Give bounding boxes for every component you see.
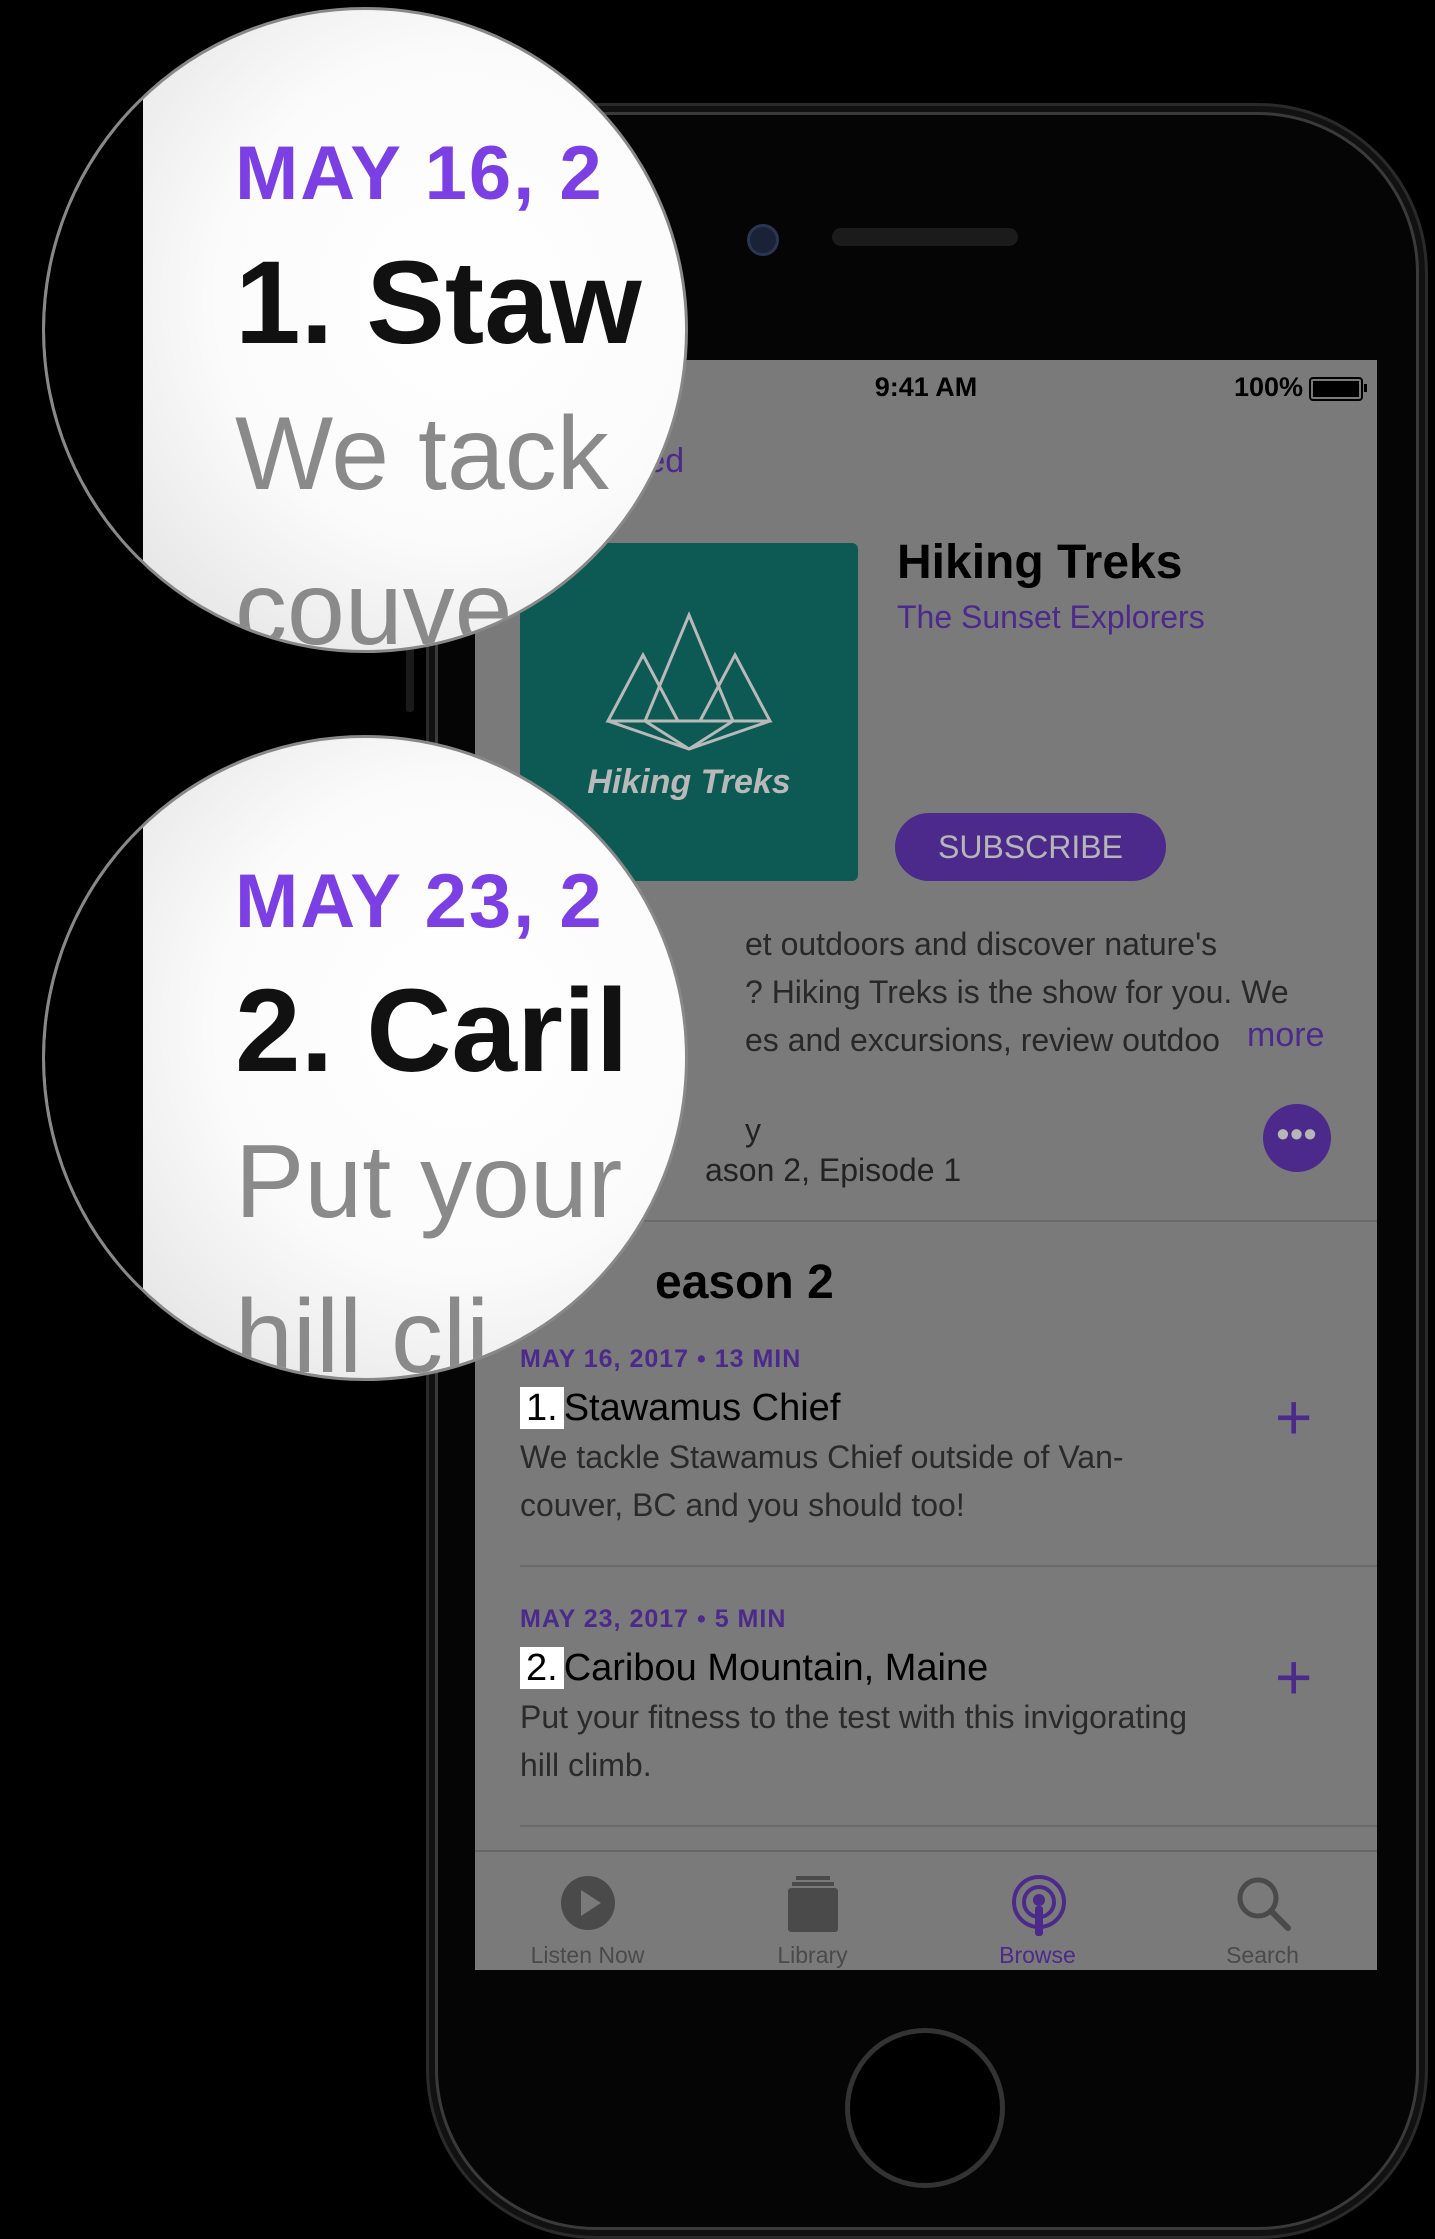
ellipsis-icon[interactable]: ••• bbox=[1263, 1104, 1331, 1172]
mountain-logo-icon bbox=[605, 611, 773, 751]
side-button bbox=[406, 640, 414, 712]
battery-indicator: 100% bbox=[1233, 372, 1367, 403]
divider bbox=[520, 1565, 1377, 1567]
search-icon bbox=[1237, 1877, 1291, 1931]
more-link[interactable]: more bbox=[1237, 1016, 1325, 1055]
episode-number: 2. bbox=[520, 1647, 564, 1689]
battery-icon bbox=[1309, 376, 1367, 401]
tab-label: Listen Now bbox=[530, 1942, 645, 1968]
magnifier-episode-1: MAY 16, 2 1. Staw We tack couve bbox=[42, 7, 688, 653]
episode-number: 1. bbox=[520, 1387, 564, 1429]
earpiece-speaker bbox=[832, 228, 1018, 246]
front-camera bbox=[747, 224, 779, 256]
subscribe-button[interactable]: SUBSCRIBE bbox=[895, 813, 1166, 881]
magnifier-shadow bbox=[45, 10, 143, 650]
library-icon bbox=[788, 1876, 838, 1932]
magnified-description: We tack bbox=[235, 396, 609, 512]
magnified-description: couve bbox=[235, 551, 513, 653]
tab-bar: Listen Now Library Browse Search bbox=[475, 1850, 1377, 1970]
tab-search[interactable]: Search bbox=[1150, 1852, 1375, 1970]
tab-browse[interactable]: Browse bbox=[925, 1852, 1150, 1970]
add-episode-icon[interactable]: + bbox=[1275, 1640, 1312, 1714]
magnified-date: MAY 23, 2 bbox=[235, 859, 604, 944]
battery-percent: 100% bbox=[1233, 372, 1303, 402]
episode-title-text: Caribou Mountain, Maine bbox=[563, 1647, 989, 1689]
episode-desc-line: couver, BC and you should too! bbox=[520, 1487, 965, 1523]
episode-desc-line: We tackle Stawamus Chief outside of Van- bbox=[520, 1439, 1124, 1475]
add-episode-icon[interactable]: + bbox=[1275, 1380, 1312, 1454]
episode-title-text: Stawamus Chief bbox=[563, 1387, 841, 1429]
episode-desc-line: hill climb. bbox=[520, 1747, 652, 1783]
magnified-title: 1. Staw bbox=[235, 237, 642, 369]
magnified-description: hill cli bbox=[235, 1279, 490, 1381]
podcast-title: Hiking Treks bbox=[897, 536, 1183, 589]
podcast-icon bbox=[1012, 1875, 1066, 1936]
home-button[interactable] bbox=[845, 2028, 1005, 2188]
magnifier-shadow bbox=[45, 738, 143, 1378]
tab-label: Browse bbox=[999, 1942, 1076, 1968]
episode-description: We tackle Stawamus Chief outside of Van-… bbox=[520, 1433, 1280, 1529]
tab-label: Library bbox=[777, 1942, 848, 1968]
episode-desc-line: Put your fitness to the test with this i… bbox=[520, 1699, 1187, 1735]
divider bbox=[520, 1220, 1377, 1222]
magnifier-episode-2: MAY 23, 2 2. Caril Put your hill cli bbox=[42, 735, 688, 1381]
episode-description: Put your fitness to the test with this i… bbox=[520, 1693, 1280, 1789]
episode-title[interactable]: 1. Stawamus Chief bbox=[520, 1387, 840, 1430]
artwork-title: Hiking Treks bbox=[587, 763, 791, 801]
episode-meta: MAY 23, 2017 • 5 MIN bbox=[520, 1605, 787, 1633]
magnified-date: MAY 16, 2 bbox=[235, 131, 604, 216]
magnified-title: 2. Caril bbox=[235, 965, 629, 1097]
podcast-author-link[interactable]: The Sunset Explorers bbox=[897, 599, 1205, 636]
divider bbox=[520, 1825, 1377, 1827]
play-circle-icon bbox=[561, 1876, 615, 1930]
tab-library[interactable]: Library bbox=[700, 1852, 925, 1970]
magnified-description: Put your bbox=[235, 1124, 623, 1240]
episode-meta: MAY 16, 2017 • 13 MIN bbox=[520, 1345, 802, 1373]
tab-label: Search bbox=[1226, 1942, 1299, 1968]
tab-listen-now[interactable]: Listen Now bbox=[475, 1852, 700, 1970]
episode-title[interactable]: 2. Caribou Mountain, Maine bbox=[520, 1647, 988, 1690]
